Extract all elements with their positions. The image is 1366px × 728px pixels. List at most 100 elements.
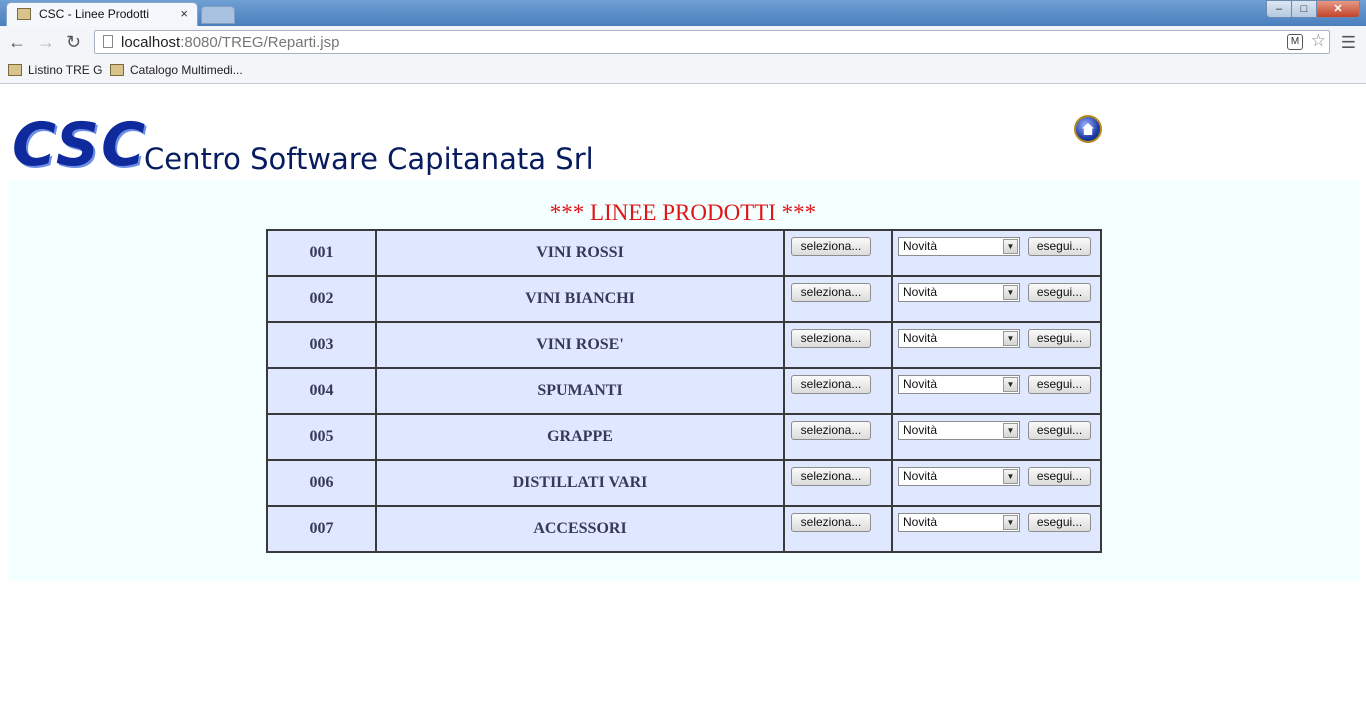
- url-text: localhost:8080/TREG/Reparti.jsp: [121, 34, 339, 51]
- report-type-select[interactable]: Novità ▼: [898, 513, 1020, 532]
- chevron-down-icon[interactable]: ▼: [1003, 331, 1018, 346]
- action-cell: Novità ▼ esegui...: [891, 413, 1102, 461]
- select-cell: seleziona...: [783, 275, 893, 323]
- chevron-down-icon[interactable]: ▼: [1003, 377, 1018, 392]
- browser-tab[interactable]: CSC - Linee Prodotti ×: [6, 2, 198, 26]
- bookmark-favicon-icon: [8, 64, 22, 76]
- chevron-down-icon[interactable]: ▼: [1003, 285, 1018, 300]
- esegui-button[interactable]: esegui...: [1028, 467, 1091, 486]
- select-value: Novità: [903, 331, 938, 345]
- table-row: 004 SPUMANTI seleziona... Novità ▼ esegui...: [266, 367, 1102, 415]
- bookmark-star-icon[interactable]: ☆: [1311, 31, 1326, 51]
- esegui-button[interactable]: esegui...: [1028, 421, 1091, 440]
- company-name: Centro Software Capitanata Srl: [144, 142, 594, 176]
- url-host: localhost: [121, 34, 181, 51]
- chevron-down-icon[interactable]: ▼: [1003, 469, 1018, 484]
- chevron-down-icon[interactable]: ▼: [1003, 239, 1018, 254]
- select-value: Novità: [903, 469, 938, 483]
- reload-icon[interactable]: ↻: [66, 32, 81, 53]
- bookmark-listino[interactable]: Listino TRE G: [8, 63, 102, 77]
- esegui-button[interactable]: esegui...: [1028, 283, 1091, 302]
- browser-menu-icon[interactable]: ☰: [1341, 33, 1356, 53]
- action-cell: Novità ▼ esegui...: [891, 275, 1102, 323]
- close-window-button[interactable]: ✕: [1316, 0, 1360, 18]
- page-favicon-icon: [17, 8, 31, 20]
- line-code: 006: [266, 459, 377, 507]
- extension-icon[interactable]: M: [1287, 34, 1303, 50]
- esegui-button[interactable]: esegui...: [1028, 513, 1091, 532]
- report-type-select[interactable]: Novità ▼: [898, 329, 1020, 348]
- forward-arrow-icon[interactable]: →: [37, 32, 55, 53]
- bookmark-favicon-icon: [110, 64, 124, 76]
- action-cell: Novità ▼ esegui...: [891, 321, 1102, 369]
- select-value: Novità: [903, 285, 938, 299]
- esegui-button[interactable]: esegui...: [1028, 375, 1091, 394]
- report-type-select[interactable]: Novità ▼: [898, 375, 1020, 394]
- seleziona-button[interactable]: seleziona...: [791, 421, 871, 440]
- table-row: 007 ACCESSORI seleziona... Novità ▼ esegui...: [266, 505, 1102, 553]
- select-cell: seleziona...: [783, 229, 893, 277]
- line-name: VINI ROSE': [375, 321, 785, 369]
- bookmarks-bar: Listino TRE G Catalogo Multimedi...: [0, 59, 1366, 84]
- bookmark-label: Listino TRE G: [28, 63, 103, 77]
- seleziona-button[interactable]: seleziona...: [791, 467, 871, 486]
- home-icon[interactable]: [1074, 115, 1102, 143]
- select-cell: seleziona...: [783, 367, 893, 415]
- line-name: GRAPPE: [375, 413, 785, 461]
- browser-toolbar: ← → ↻ localhost:8080/TREG/Reparti.jsp M …: [0, 26, 1366, 59]
- select-cell: seleziona...: [783, 413, 893, 461]
- line-code: 007: [266, 505, 377, 553]
- select-value: Novità: [903, 515, 938, 529]
- line-code: 004: [266, 367, 377, 415]
- bookmark-catalogo[interactable]: Catalogo Multimedi...: [110, 63, 243, 77]
- esegui-button[interactable]: esegui...: [1028, 329, 1091, 348]
- tab-close-icon[interactable]: ×: [180, 6, 188, 21]
- seleziona-button[interactable]: seleziona...: [791, 329, 871, 348]
- chevron-down-icon[interactable]: ▼: [1003, 515, 1018, 530]
- product-lines-body: 001 VINI ROSSI seleziona... Novità ▼ esegui..…: [266, 229, 1102, 553]
- product-lines-table: 001 VINI ROSSI seleziona... Novità ▼ esegui..…: [266, 229, 1102, 553]
- action-cell: Novità ▼ esegui...: [891, 367, 1102, 415]
- line-code: 001: [266, 229, 377, 277]
- action-cell: Novità ▼ esegui...: [891, 459, 1102, 507]
- report-type-select[interactable]: Novità ▼: [898, 467, 1020, 486]
- table-row: 001 VINI ROSSI seleziona... Novità ▼ esegui..…: [266, 229, 1102, 277]
- address-bar[interactable]: localhost:8080/TREG/Reparti.jsp M ☆: [94, 30, 1330, 54]
- line-code: 002: [266, 275, 377, 323]
- bookmark-label: Catalogo Multimedi...: [130, 63, 243, 77]
- report-type-select[interactable]: Novità ▼: [898, 421, 1020, 440]
- table-row: 006 DISTILLATI VARI seleziona... Novità ▼ ese…: [266, 459, 1102, 507]
- table-row: 005 GRAPPE seleziona... Novità ▼ esegui...: [266, 413, 1102, 461]
- esegui-button[interactable]: esegui...: [1028, 237, 1091, 256]
- page-title: *** LINEE PRODOTTI ***: [549, 200, 817, 225]
- select-cell: seleziona...: [783, 321, 893, 369]
- new-tab-button[interactable]: [201, 6, 235, 24]
- seleziona-button[interactable]: seleziona...: [791, 513, 871, 532]
- seleziona-button[interactable]: seleziona...: [791, 283, 871, 302]
- line-code: 003: [266, 321, 377, 369]
- select-cell: seleziona...: [783, 459, 893, 507]
- seleziona-button[interactable]: seleziona...: [791, 237, 871, 256]
- seleziona-button[interactable]: seleziona...: [791, 375, 871, 394]
- window-titlebar: CSC - Linee Prodotti × – □ ✕: [0, 0, 1366, 26]
- report-type-select[interactable]: Novità ▼: [898, 237, 1020, 256]
- line-code: 005: [266, 413, 377, 461]
- table-row: 003 VINI ROSE' seleziona... Novità ▼ esegui..…: [266, 321, 1102, 369]
- line-name: VINI BIANCHI: [375, 275, 785, 323]
- line-name: DISTILLATI VARI: [375, 459, 785, 507]
- select-value: Novità: [903, 377, 938, 391]
- action-cell: Novità ▼ esegui...: [891, 229, 1102, 277]
- back-arrow-icon[interactable]: ←: [8, 32, 26, 53]
- window-controls: – □ ✕: [1266, 0, 1360, 19]
- report-type-select[interactable]: Novità ▼: [898, 283, 1020, 302]
- line-name: VINI ROSSI: [375, 229, 785, 277]
- select-cell: seleziona...: [783, 505, 893, 553]
- select-value: Novità: [903, 239, 938, 253]
- action-cell: Novità ▼ esegui...: [891, 505, 1102, 553]
- minimize-button[interactable]: –: [1266, 0, 1292, 18]
- chevron-down-icon[interactable]: ▼: [1003, 423, 1018, 438]
- csc-logo: CSC: [12, 110, 148, 180]
- maximize-button[interactable]: □: [1291, 0, 1317, 18]
- select-value: Novità: [903, 423, 938, 437]
- table-row: 002 VINI BIANCHI seleziona... Novità ▼ esegui…: [266, 275, 1102, 323]
